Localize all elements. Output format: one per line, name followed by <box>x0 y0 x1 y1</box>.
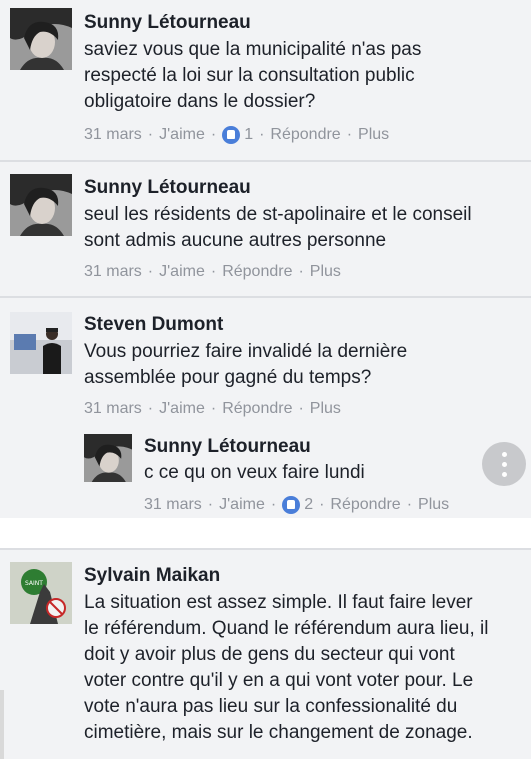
edge <box>0 690 4 759</box>
comment-author[interactable]: Steven Dumont <box>84 314 223 336</box>
reply-link[interactable]: Répondre <box>222 263 292 281</box>
reply-link[interactable]: Répondre <box>270 126 340 144</box>
avatar[interactable] <box>10 8 72 70</box>
comment-meta: 31 mars · J'aime · Répondre · Plus <box>84 400 341 418</box>
like-link[interactable]: J'aime <box>159 126 205 144</box>
comment-date[interactable]: 31 mars <box>84 263 142 281</box>
like-reaction-icon[interactable] <box>282 496 301 514</box>
avatar[interactable]: SAINT <box>10 562 72 624</box>
comment-date[interactable]: 31 mars <box>84 126 142 144</box>
svg-text:SAINT: SAINT <box>25 580 43 587</box>
comment-2: Sunny Létourneau seul les résidents de s… <box>0 162 531 296</box>
more-link[interactable]: Plus <box>310 263 341 281</box>
avatar[interactable] <box>10 312 72 374</box>
comment-1: Sunny Létourneau saviez vous que la muni… <box>0 0 531 160</box>
reaction-count[interactable]: 2 <box>304 496 313 514</box>
more-link[interactable]: Plus <box>310 400 341 418</box>
reaction-count[interactable]: 1 <box>244 126 253 144</box>
more-link[interactable]: Plus <box>418 496 449 514</box>
comment-text: seul les résidents de st-apolinaire et l… <box>84 204 472 251</box>
comment-text: La situation est assez simple. Il faut f… <box>84 592 489 743</box>
like-link[interactable]: J'aime <box>159 400 205 418</box>
reply-link[interactable]: Répondre <box>330 496 400 514</box>
more-vert-icon <box>501 451 507 477</box>
comment-3: Steven Dumont Vous pourriez faire invali… <box>0 298 531 518</box>
comment-5: SAINT Sylvain Maikan La situation est as… <box>0 550 531 759</box>
gap <box>0 518 531 550</box>
like-reaction-icon[interactable] <box>222 126 241 144</box>
reply-author[interactable]: Sunny Létourneau <box>144 436 311 458</box>
more-link[interactable]: Plus <box>358 126 389 144</box>
comment-meta: 31 mars · J'aime · Répondre · Plus <box>84 263 341 281</box>
comment-text: Vous pourriez faire invalidé la dernière… <box>84 341 408 388</box>
reply-meta: 31 mars · J'aime · 2 · Répondre · Plus <box>144 496 450 514</box>
comment-date[interactable]: 31 mars <box>144 496 202 514</box>
comment-author[interactable]: Sunny Létourneau <box>84 12 251 34</box>
comment-meta: 31 mars · J'aime · 1 · Répondre · Plus <box>84 126 390 144</box>
comment-date[interactable]: 31 mars <box>84 400 142 418</box>
reply-link[interactable]: Répondre <box>222 400 292 418</box>
avatar[interactable] <box>10 174 72 236</box>
comment-text: saviez vous que la municipalité n'as pas… <box>84 39 422 112</box>
like-link[interactable]: J'aime <box>159 263 205 281</box>
more-options-button[interactable] <box>482 442 526 486</box>
comment-author[interactable]: Sunny Létourneau <box>84 177 251 199</box>
like-link[interactable]: J'aime <box>219 496 265 514</box>
reply-text: c ce qu on veux faire lundi <box>144 462 365 483</box>
comment-author[interactable]: Sylvain Maikan <box>84 565 220 587</box>
reply-avatar[interactable] <box>84 434 132 482</box>
